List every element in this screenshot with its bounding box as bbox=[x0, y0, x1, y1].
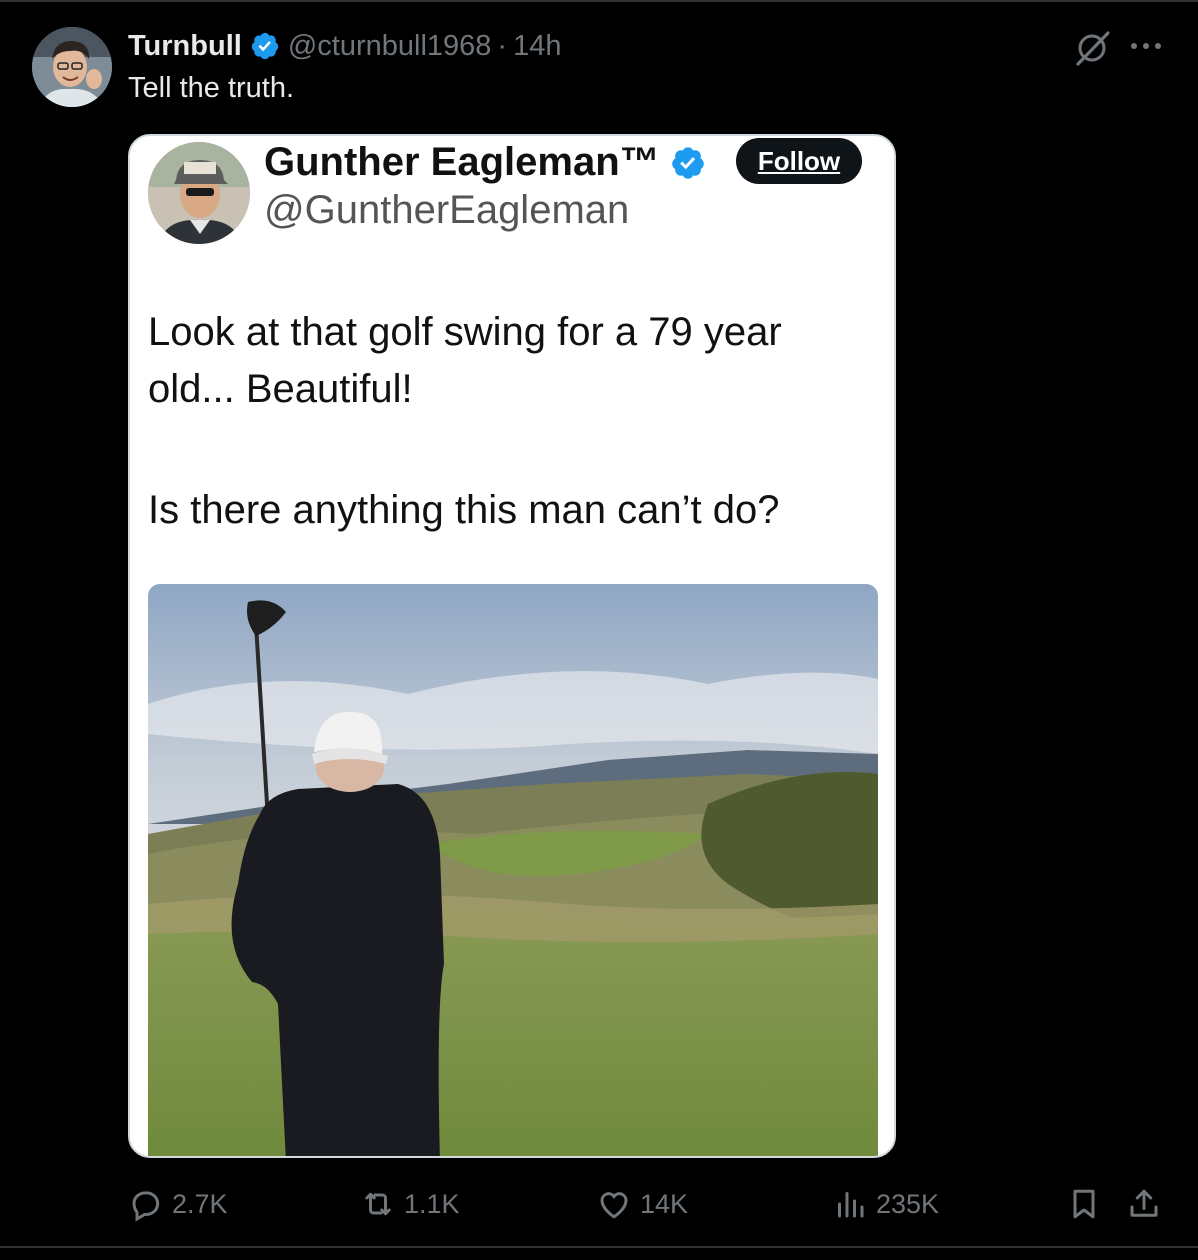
like-icon bbox=[600, 1192, 628, 1219]
embedded-author-name-row: Gunther Eagleman™ bbox=[264, 140, 706, 185]
post-time[interactable]: 14h bbox=[513, 30, 561, 63]
separator-dot: · bbox=[497, 29, 508, 62]
top-divider bbox=[0, 0, 1198, 2]
author-handle[interactable]: @cturnbull1968 bbox=[288, 30, 492, 63]
bookmark-button[interactable] bbox=[1066, 1180, 1102, 1228]
like-count: 14K bbox=[640, 1188, 689, 1219]
follow-button[interactable]: Follow bbox=[736, 138, 862, 184]
author-avatar[interactable] bbox=[32, 27, 112, 107]
bookmark-icon bbox=[1073, 1189, 1095, 1219]
verified-badge-icon bbox=[671, 146, 704, 179]
share-button[interactable] bbox=[1126, 1180, 1162, 1228]
reply-icon bbox=[132, 1191, 160, 1222]
views-icon bbox=[838, 1192, 864, 1218]
golf-photo bbox=[148, 584, 878, 1156]
views-button[interactable]: 235K bbox=[832, 1180, 939, 1228]
verified-badge-icon bbox=[251, 32, 278, 60]
repost-button[interactable]: 1.1K bbox=[360, 1180, 460, 1228]
post-header: Turnbull @cturnbull1968 · 14h bbox=[128, 28, 561, 64]
embedded-author-handle: @GuntherEagleman bbox=[264, 188, 630, 232]
action-bar: 2.7K 1.1K 14K 235K bbox=[0, 1180, 1198, 1228]
reply-count: 2.7K bbox=[172, 1188, 228, 1219]
embedded-author-avatar bbox=[148, 142, 250, 244]
like-button[interactable]: 14K bbox=[596, 1180, 688, 1228]
embedded-text-line2: Is there anything this man can’t do? bbox=[148, 488, 780, 532]
grok-icon[interactable] bbox=[1072, 30, 1112, 66]
embedded-text-line1: Look at that golf swing for a 79 year ol… bbox=[148, 310, 782, 411]
repost-count: 1.1K bbox=[404, 1188, 460, 1219]
embedded-author-name: Gunther Eagleman™ bbox=[264, 140, 660, 184]
more-icon[interactable] bbox=[1128, 36, 1164, 56]
views-count: 235K bbox=[876, 1188, 940, 1219]
post-text: Tell the truth. bbox=[128, 72, 295, 104]
repost-icon bbox=[365, 1192, 391, 1216]
author-name[interactable]: Turnbull bbox=[128, 30, 242, 63]
share-icon bbox=[1130, 1189, 1158, 1217]
embedded-tweet-card[interactable]: Gunther Eagleman™ @GuntherEagleman Follo… bbox=[128, 134, 896, 1158]
bottom-divider bbox=[0, 1246, 1198, 1248]
reply-button[interactable]: 2.7K bbox=[128, 1180, 228, 1228]
